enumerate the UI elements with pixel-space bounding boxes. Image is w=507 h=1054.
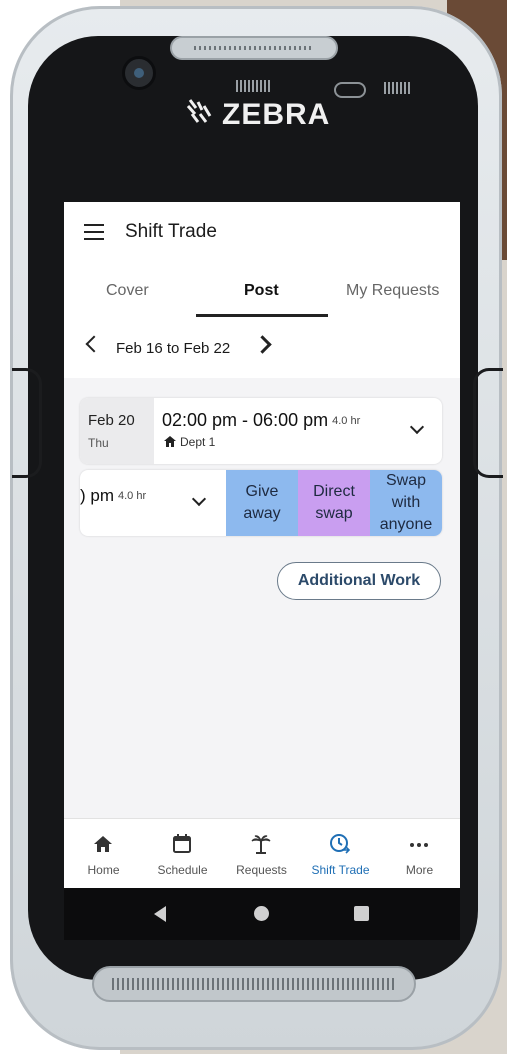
partial-shift-time: ) pm 4.0 hr (80, 486, 146, 506)
hamburger-menu-icon[interactable] (84, 224, 104, 240)
tab-bar: Cover Post My Requests (64, 262, 460, 318)
brand-name: ZEBRA (222, 98, 331, 131)
additional-work-button[interactable]: Additional Work (277, 562, 441, 600)
date-range: Feb 16 to Feb 22 (116, 340, 231, 357)
tab-my-requests[interactable]: My Requests (346, 282, 439, 300)
shift-day: Thu (88, 436, 109, 450)
sensor-grille-right (384, 82, 410, 94)
active-tab-indicator (196, 314, 328, 317)
app-screen: Shift Trade Cover Post My Requests Feb 1… (64, 202, 460, 888)
chevron-down-icon[interactable] (409, 419, 425, 435)
nav-more[interactable]: More (380, 819, 459, 888)
swap-with-anyone-button[interactable]: Swap with anyone (370, 470, 442, 536)
home-icon (94, 836, 112, 852)
direct-swap-button[interactable]: Direct swap (298, 470, 370, 536)
sensor-grille (236, 80, 272, 92)
back-icon[interactable] (154, 906, 166, 922)
shift-time: 02:00 pm - 06:00 pm 4.0 hr (162, 410, 360, 431)
partial-time-text: ) pm (80, 486, 114, 505)
calendar-icon (173, 834, 191, 853)
shift-card[interactable]: Feb 20 Thu 02:00 pm - 06:00 pm 4.0 hr Dep… (80, 398, 442, 464)
nav-label-home: Home (87, 863, 120, 877)
brand-logo: ZEBRA (186, 98, 330, 132)
bottom-navigation: Home Schedule Requests Shift Trade More (64, 818, 460, 888)
clock-swap-icon (330, 834, 351, 854)
palm-tree-icon (251, 835, 271, 854)
shift-date: Feb 20 (88, 412, 135, 429)
chevron-left-icon[interactable] (85, 335, 103, 353)
give-away-button[interactable]: Give away (226, 470, 298, 536)
tab-post[interactable]: Post (244, 282, 279, 300)
more-dots-icon (410, 843, 428, 847)
swiped-shift-row[interactable]: ) pm 4.0 hr Give away Direct swap Swap wi… (80, 470, 442, 536)
top-speaker (170, 36, 338, 60)
nav-label-requests: Requests (236, 863, 287, 877)
tab-cover[interactable]: Cover (106, 282, 149, 300)
page-title: Shift Trade (125, 221, 217, 242)
bottom-speaker (92, 966, 416, 1002)
app-bar: Shift Trade (64, 202, 460, 262)
side-button-right[interactable] (473, 368, 503, 478)
date-navigator: Feb 16 to Feb 22 (64, 318, 460, 378)
nav-schedule[interactable]: Schedule (143, 819, 222, 888)
zebra-logo-icon (186, 99, 212, 123)
chevron-down-icon[interactable] (191, 491, 207, 507)
chevron-right-icon[interactable] (253, 335, 272, 354)
side-button-left[interactable] (12, 368, 42, 478)
shift-hours: 4.0 hr (332, 415, 361, 427)
shift-time-text: 02:00 pm - 06:00 pm (162, 410, 329, 430)
nav-label-shift-trade: Shift Trade (311, 863, 370, 877)
nav-shift-trade[interactable]: Shift Trade (301, 819, 380, 888)
shift-department: Dept 1 (180, 435, 216, 449)
partial-shift-hours: 4.0 hr (118, 490, 147, 502)
home-circle-icon[interactable] (254, 906, 269, 921)
nav-label-schedule: Schedule (157, 863, 208, 877)
proximity-sensor (334, 82, 366, 98)
nav-home[interactable]: Home (64, 819, 143, 888)
camera-icon (122, 56, 156, 90)
recent-apps-icon[interactable] (354, 906, 369, 921)
nav-requests[interactable]: Requests (222, 819, 301, 888)
department-home-icon (164, 436, 176, 447)
nav-label-more: More (405, 863, 434, 877)
android-system-bar (64, 888, 460, 940)
shift-date-box: Feb 20 Thu (80, 398, 154, 464)
